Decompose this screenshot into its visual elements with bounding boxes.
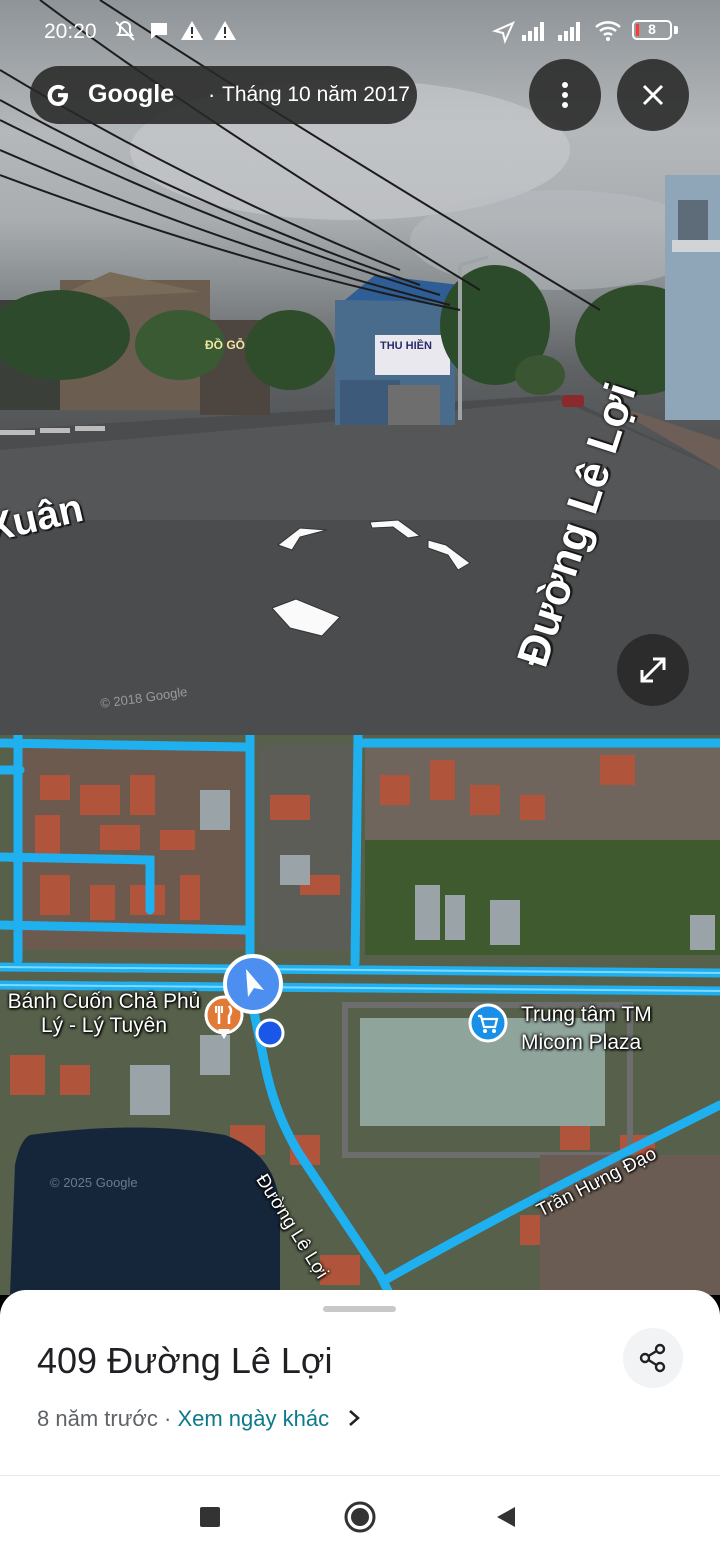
sign-text: ĐỒ GỖ [205, 338, 246, 352]
imagery-age-row: 8 năm trước · Xem ngày khác [37, 1406, 361, 1433]
chat-icon [147, 19, 171, 49]
home-circle-icon [344, 1501, 376, 1533]
current-location-dot [255, 1018, 285, 1048]
poi-mall-label-line2[interactable]: Micom Plaza [521, 1031, 641, 1055]
close-icon [640, 82, 666, 113]
imagery-date: Tháng 10 năm 2017 [222, 83, 410, 106]
expand-icon [636, 653, 670, 692]
place-title: 409 Đường Lê Lợi [37, 1340, 333, 1381]
shop-sign-text: THU HIỀN [380, 340, 432, 352]
share-icon [638, 1343, 668, 1378]
other-dates-link[interactable]: Xem ngày khác [177, 1406, 329, 1431]
close-button[interactable] [617, 59, 689, 131]
map-watermark: © 2025 Google [50, 1175, 138, 1190]
expand-button[interactable] [617, 634, 689, 706]
back-triangle-icon [497, 1507, 515, 1527]
battery-percent: 8 [648, 21, 656, 37]
more-vert-icon [553, 81, 577, 114]
street-view-panorama[interactable]: ĐỒ GỖ THU HIỀN Xuân Đường Lê Lợi © 2018 … [0, 0, 720, 735]
street-view-marker[interactable] [222, 953, 284, 1015]
shopping-cart-icon [468, 1003, 508, 1043]
signal-icon [520, 20, 548, 48]
imagery-age: 8 năm trước [37, 1406, 158, 1431]
recents-button[interactable] [200, 1507, 220, 1527]
mall-pin[interactable] [468, 1003, 508, 1043]
satellite-map[interactable]: Bánh Cuốn Chả Phủ Lý - Lý Tuyên Trung tâ… [0, 735, 720, 1295]
wifi-icon [594, 19, 622, 49]
place-bottom-sheet[interactable]: 409 Đường Lê Lợi 8 năm trước · Xem ngày … [0, 1290, 720, 1475]
signal-icon [556, 20, 584, 48]
mute-icon [113, 19, 137, 49]
status-bar: 20:20 8 [0, 0, 720, 60]
back-button[interactable] [495, 1505, 517, 1534]
navigation-arrow-icon [223, 954, 283, 1014]
brand-name: Google [88, 80, 175, 108]
share-button[interactable] [623, 1328, 683, 1388]
location-arrow-icon [491, 20, 516, 50]
status-time: 20:20 [44, 20, 97, 43]
google-g-icon [44, 81, 72, 114]
battery-icon: 8 [632, 20, 672, 40]
poi-restaurant-label[interactable]: Bánh Cuốn Chả Phủ Lý - Lý Tuyên [4, 990, 204, 1038]
home-button[interactable] [343, 1500, 377, 1539]
poi-mall-label-line1[interactable]: Trung tâm TM [521, 1003, 652, 1027]
warning-icon [213, 19, 237, 49]
system-navigation-bar [0, 1475, 720, 1560]
warning-icon [180, 19, 204, 49]
sheet-drag-handle[interactable] [323, 1306, 396, 1312]
more-options-button[interactable] [529, 59, 601, 131]
separator: · [163, 1406, 172, 1431]
chevron-right-icon[interactable] [347, 1407, 361, 1433]
imagery-date-pill[interactable]: Google · Tháng 10 năm 2017 [30, 66, 417, 124]
